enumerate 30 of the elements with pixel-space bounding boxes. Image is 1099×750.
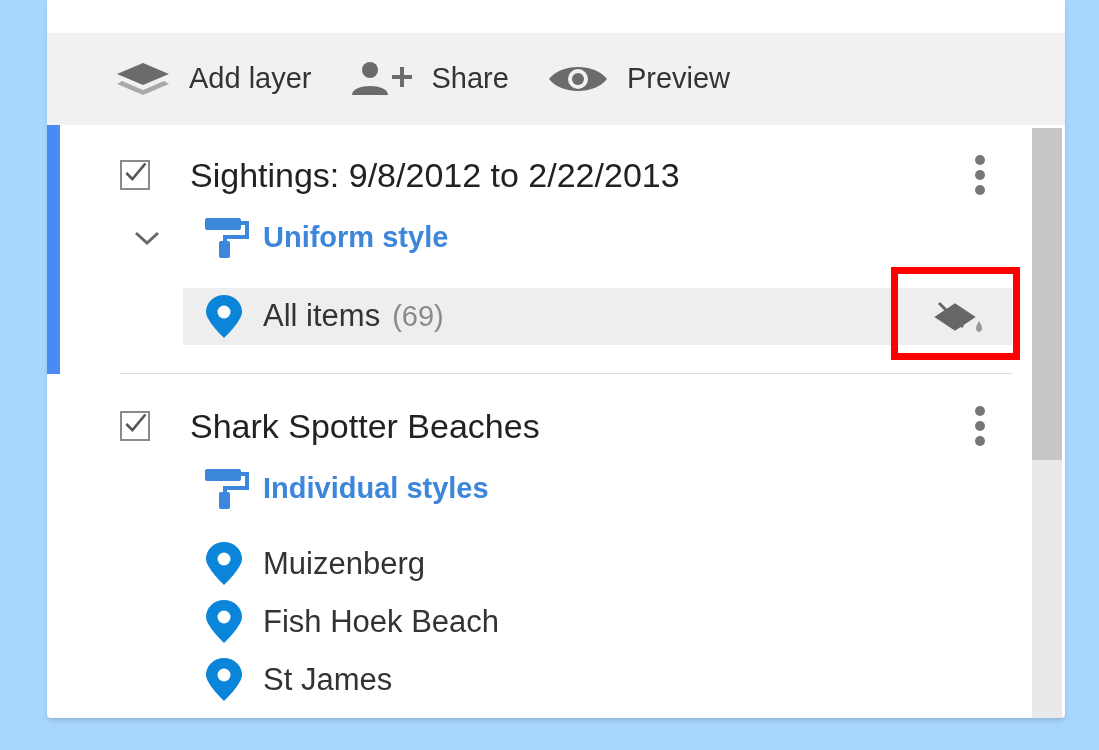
item-label: Fish Hoek Beach xyxy=(263,602,500,641)
paint-roller-icon xyxy=(203,217,249,259)
map-pin-icon xyxy=(203,600,245,644)
scrollbar-thumb[interactable] xyxy=(1032,128,1062,460)
more-options-icon[interactable] xyxy=(975,155,987,195)
layer-item[interactable]: Fish Hoek Beach xyxy=(183,593,1012,651)
toolbar-button[interactable]: Preview xyxy=(546,57,731,101)
add-person-icon xyxy=(349,61,414,97)
item-count: (69) xyxy=(392,298,444,334)
layer-item[interactable]: All items (69) xyxy=(183,288,1012,345)
layer-title: Shark Spotter Beaches xyxy=(190,405,541,447)
style-link[interactable]: Uniform style xyxy=(203,216,449,260)
toolbar-button[interactable]: Add layer xyxy=(115,57,312,101)
checkbox[interactable] xyxy=(120,411,150,441)
map-pin-icon xyxy=(203,658,245,702)
more-options-icon[interactable] xyxy=(975,406,987,446)
chevron-down-icon[interactable] xyxy=(134,230,160,246)
layer-title: Sightings: 9/8/2012 to 2/22/2013 xyxy=(190,154,681,196)
checkbox[interactable] xyxy=(120,160,150,190)
map-pin-icon xyxy=(203,294,245,339)
paint-roller-icon xyxy=(203,468,249,510)
layers-icon xyxy=(115,61,171,97)
item-label: All items xyxy=(263,297,381,336)
item-label: Muizenberg xyxy=(263,544,425,583)
map-pin-icon xyxy=(203,542,245,586)
style-link[interactable]: Individual styles xyxy=(203,467,489,511)
toolbar-button[interactable]: Share xyxy=(349,57,509,101)
layer-item[interactable]: Muizenberg xyxy=(183,535,1012,593)
layer-item[interactable]: St James xyxy=(183,651,1012,709)
item-label: St James xyxy=(263,660,393,699)
